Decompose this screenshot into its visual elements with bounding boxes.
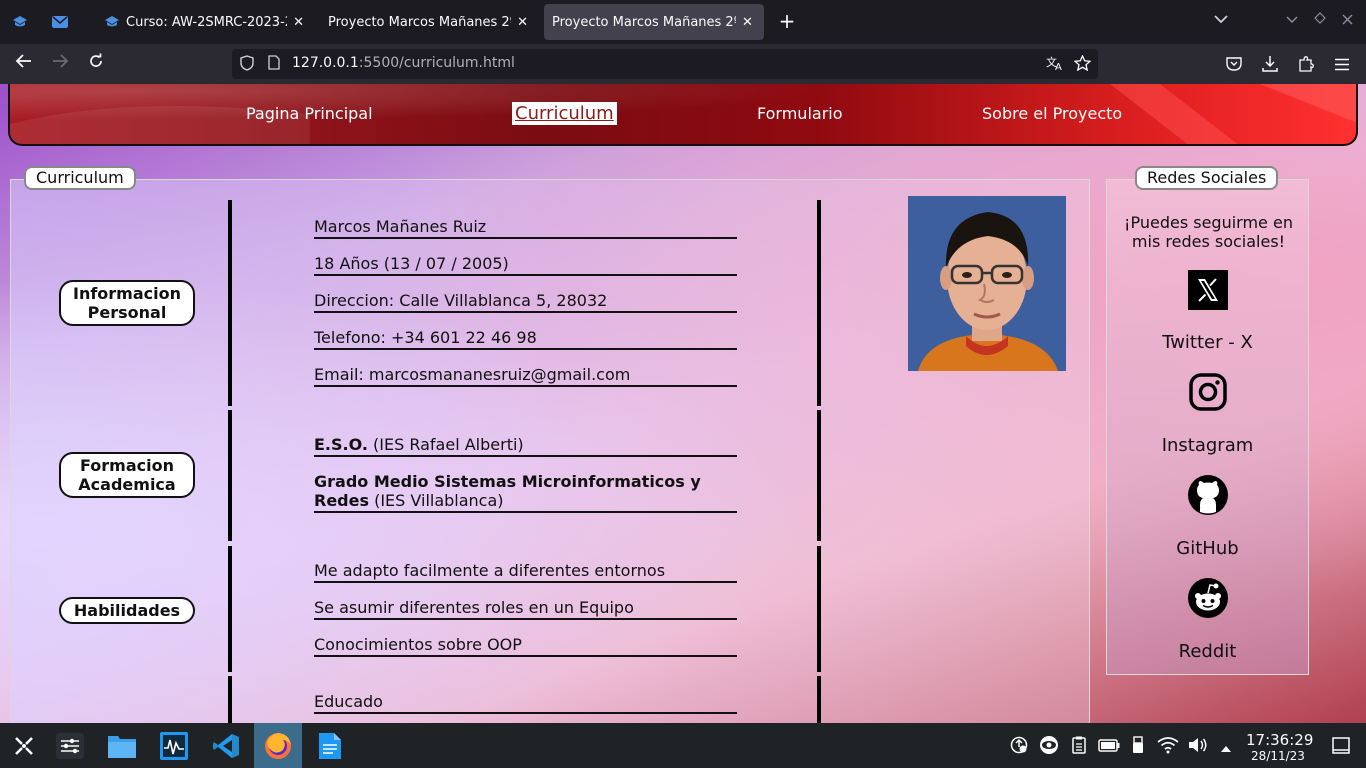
cv-item-name: Marcos Mañanes Ruiz bbox=[314, 217, 737, 239]
system-clock[interactable]: 17:36:29 28/11/23 bbox=[1246, 731, 1314, 763]
downloads-icon[interactable] bbox=[1262, 55, 1278, 76]
mail-icon[interactable] bbox=[50, 12, 70, 32]
new-tab-button[interactable]: + bbox=[776, 10, 798, 32]
browser-tab-bar: Curso: AW-2SMRC-2023-20 ✕ Proyecto Marco… bbox=[0, 0, 1366, 44]
divider-line bbox=[228, 546, 232, 672]
github-icon[interactable] bbox=[1187, 474, 1229, 516]
system-monitor-icon[interactable] bbox=[150, 723, 198, 768]
usb-device-icon[interactable] bbox=[1132, 736, 1144, 758]
divider-line bbox=[228, 410, 232, 541]
tab-close-icon[interactable]: ✕ bbox=[293, 15, 304, 30]
tray-expand-arrow-icon[interactable] bbox=[1220, 739, 1232, 757]
tab-proyecto-active[interactable]: Proyecto Marcos Mañanes 2ºS ✕ bbox=[544, 4, 764, 40]
text-editor-icon[interactable] bbox=[306, 723, 354, 768]
tracking-shield-icon[interactable] bbox=[240, 55, 256, 73]
cv-item-age: 18 Años (13 / 07 / 2005) bbox=[314, 254, 737, 276]
social-intro: ¡Puedes seguirme en mis redes sociales! bbox=[1124, 213, 1293, 251]
nav-link-formulario[interactable]: Formulario bbox=[757, 104, 843, 123]
firefox-view-icon[interactable] bbox=[10, 12, 30, 32]
url-host: 127.0.0.1 bbox=[292, 55, 359, 71]
url-bar[interactable]: 127.0.0.1:5500/curriculum.html 文A bbox=[232, 49, 1098, 79]
window-close-icon[interactable] bbox=[1342, 13, 1353, 29]
instagram-icon[interactable] bbox=[1187, 371, 1229, 413]
bookmark-star-icon[interactable] bbox=[1073, 54, 1092, 75]
eye-visibility-icon[interactable] bbox=[1038, 736, 1060, 758]
curriculum-legend: Curriculum bbox=[24, 166, 136, 190]
update-notifier-icon[interactable] bbox=[1010, 736, 1028, 758]
social-legend: Redes Sociales bbox=[1135, 166, 1279, 190]
app-launcher-icon[interactable] bbox=[0, 723, 48, 768]
clock-time: 17:36:29 bbox=[1246, 731, 1314, 749]
forward-arrow-icon[interactable] bbox=[48, 52, 72, 76]
tab-curso[interactable]: Curso: AW-2SMRC-2023-20 ✕ bbox=[96, 4, 312, 40]
cv-item-skill: Educado bbox=[314, 692, 737, 714]
tab-close-icon[interactable]: ✕ bbox=[742, 15, 753, 30]
cv-item-skill: Conocimientos sobre OOP bbox=[314, 635, 737, 657]
clipboard-icon[interactable] bbox=[1072, 736, 1086, 758]
volume-icon[interactable] bbox=[1188, 736, 1208, 758]
cv-item-grado: Grado Medio Sistemas Microinformaticos y… bbox=[314, 472, 737, 513]
cv-item-eso: E.S.O. (IES Rafael Alberti) bbox=[314, 435, 737, 457]
x-logo-icon[interactable] bbox=[1187, 269, 1229, 311]
divider-line bbox=[228, 200, 232, 406]
url-path: :5500/curriculum.html bbox=[358, 55, 515, 71]
battery-icon[interactable] bbox=[1098, 738, 1120, 756]
divider-line bbox=[817, 200, 821, 406]
page-info-icon[interactable] bbox=[268, 55, 282, 73]
vscode-icon[interactable] bbox=[202, 723, 250, 768]
divider-line bbox=[817, 676, 821, 723]
divider-line bbox=[228, 676, 232, 723]
social-label-github[interactable]: GitHub bbox=[1106, 538, 1309, 559]
site-nav: Pagina Principal Curriculum Formulario S… bbox=[8, 84, 1358, 146]
pocket-icon[interactable] bbox=[1226, 56, 1242, 75]
section-label-academica: Formacion Academica bbox=[59, 452, 195, 498]
nav-link-pagina-principal[interactable]: Pagina Principal bbox=[246, 104, 373, 123]
divider-line bbox=[817, 410, 821, 541]
cv-item-grado-school: (IES Villablanca) bbox=[369, 491, 504, 510]
extensions-puzzle-icon[interactable] bbox=[1298, 55, 1314, 76]
nav-decoration bbox=[10, 84, 1356, 144]
moodle-cap-icon bbox=[104, 14, 120, 30]
tab-title: Proyecto Marcos Mañanes 2ºS bbox=[552, 14, 736, 30]
cv-item-phone: Telefono: +34 601 22 46 98 bbox=[314, 328, 737, 350]
firefox-taskbar-icon[interactable] bbox=[254, 723, 302, 768]
reload-icon[interactable] bbox=[84, 52, 108, 76]
web-page: Pagina Principal Curriculum Formulario S… bbox=[0, 84, 1366, 723]
reddit-icon[interactable] bbox=[1187, 577, 1229, 619]
back-arrow-icon[interactable] bbox=[12, 52, 36, 76]
tab-title: Curso: AW-2SMRC-2023-20 bbox=[126, 14, 288, 30]
file-manager-icon[interactable] bbox=[98, 723, 146, 768]
clock-date: 28/11/23 bbox=[1251, 749, 1305, 763]
cv-item-skill: Me adapto facilmente a diferentes entorn… bbox=[314, 561, 737, 583]
tab-close-icon[interactable]: ✕ bbox=[517, 15, 528, 30]
profile-photo bbox=[908, 196, 1066, 371]
cv-item-address: Direccion: Calle Villablanca 5, 28032 bbox=[314, 291, 737, 313]
translate-icon[interactable]: 文A bbox=[1046, 55, 1064, 75]
social-label-reddit[interactable]: Reddit bbox=[1106, 641, 1309, 662]
section-label-habilidades: Habilidades bbox=[59, 597, 195, 624]
list-all-tabs-icon[interactable] bbox=[1214, 12, 1228, 28]
tab-proyecto-1[interactable]: Proyecto Marcos Mañanes 2ºS ✕ bbox=[320, 4, 536, 40]
svg-text:A: A bbox=[1055, 62, 1062, 71]
show-desktop-icon[interactable] bbox=[1332, 737, 1350, 758]
social-label-instagram[interactable]: Instagram bbox=[1106, 435, 1309, 456]
section-label-personal: Informacion Personal bbox=[59, 280, 195, 326]
social-label-twitter[interactable]: Twitter - X bbox=[1106, 332, 1309, 353]
hamburger-menu-icon[interactable] bbox=[1334, 57, 1350, 75]
maximize-diamond-icon[interactable] bbox=[1314, 12, 1326, 28]
cv-item-eso-title: E.S.O. bbox=[314, 435, 368, 454]
system-settings-icon[interactable] bbox=[46, 723, 94, 768]
minimize-chevron-icon[interactable] bbox=[1286, 12, 1298, 28]
browser-nav-bar: 127.0.0.1:5500/curriculum.html 文A bbox=[0, 44, 1366, 84]
system-taskbar: 17:36:29 28/11/23 bbox=[0, 723, 1366, 768]
cv-item-eso-school: (IES Rafael Alberti) bbox=[367, 435, 524, 454]
cv-item-email: Email: marcosmananesruiz@gmail.com bbox=[314, 365, 737, 387]
tab-title: Proyecto Marcos Mañanes 2ºS bbox=[328, 14, 512, 30]
cv-item-skill: Se asumir diferentes roles en un Equipo bbox=[314, 598, 737, 620]
url-text[interactable]: 127.0.0.1:5500/curriculum.html bbox=[292, 55, 515, 71]
divider-line bbox=[817, 546, 821, 672]
wifi-icon[interactable] bbox=[1157, 736, 1179, 758]
nav-link-curriculum[interactable]: Curriculum bbox=[512, 102, 617, 125]
nav-link-sobre-el-proyecto[interactable]: Sobre el Proyecto bbox=[982, 104, 1122, 123]
